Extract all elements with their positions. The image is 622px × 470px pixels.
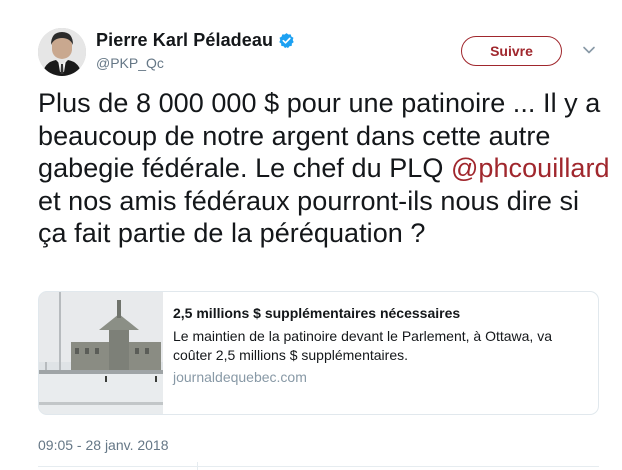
author-block[interactable]: Pierre Karl Péladeau @PKP_Qc bbox=[96, 30, 295, 71]
avatar-photo bbox=[38, 28, 86, 76]
card-description: Le maintien de la patinoire devant le Pa… bbox=[173, 328, 552, 363]
follow-button[interactable]: Suivre bbox=[461, 36, 562, 66]
author-handle[interactable]: @PKP_Qc bbox=[96, 55, 295, 71]
divider bbox=[38, 466, 599, 467]
chevron-down-icon[interactable] bbox=[581, 42, 597, 58]
tweet-text-part2: et nos amis fédéraux pourront-ils nous d… bbox=[38, 185, 580, 249]
card-thumbnail bbox=[39, 292, 163, 414]
card-body: 2,5 millions $ supplémentaires nécessair… bbox=[163, 292, 598, 414]
card-title[interactable]: 2,5 millions $ supplémentaires nécessair… bbox=[173, 305, 584, 321]
name-row: Pierre Karl Péladeau bbox=[96, 30, 295, 51]
mention-link[interactable]: @phcouillard bbox=[451, 153, 610, 183]
verified-badge-icon bbox=[278, 32, 295, 49]
card-domain[interactable]: journaldequebec.com bbox=[173, 369, 584, 385]
tweet-timestamp[interactable]: 09:05 - 28 janv. 2018 bbox=[38, 437, 169, 453]
avatar[interactable] bbox=[38, 28, 86, 76]
divider-tick bbox=[197, 462, 198, 470]
author-display-name[interactable]: Pierre Karl Péladeau bbox=[96, 30, 273, 51]
link-card[interactable]: 2,5 millions $ supplémentaires nécessair… bbox=[38, 291, 599, 415]
tweet-text: Plus de 8 000 000 $ pour une patinoire .… bbox=[38, 87, 613, 250]
